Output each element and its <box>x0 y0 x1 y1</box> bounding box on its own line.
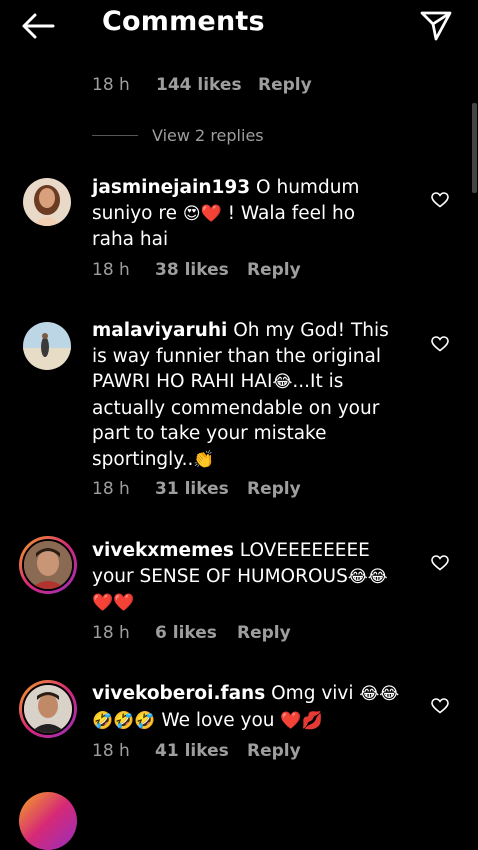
comment-body: malaviyaruhi Oh my God! This is way funn… <box>92 318 402 473</box>
avatar-story-ring[interactable] <box>19 536 77 594</box>
paper-plane-icon <box>420 11 452 41</box>
reply-button[interactable]: Reply <box>247 479 301 499</box>
comment-text: We love you <box>155 709 281 731</box>
back-button[interactable] <box>18 8 58 44</box>
avatar <box>22 539 74 591</box>
comment-likes[interactable]: 38 likes <box>155 260 247 280</box>
comment-time: 18 h <box>92 741 130 761</box>
comment-emoji: 😂 <box>272 372 293 392</box>
divider-line <box>92 134 138 136</box>
view-replies-label: View 2 replies <box>152 125 264 145</box>
reply-button[interactable]: Reply <box>247 741 301 761</box>
comment-emoji: 😂😂 <box>347 566 388 587</box>
comment-likes[interactable]: 41 likes <box>155 741 247 761</box>
like-button[interactable] <box>430 334 450 354</box>
comment-meta: 18 h 144 likes Reply <box>92 73 312 97</box>
comment-username[interactable]: vivekoberoi.fans <box>92 683 265 704</box>
comment-emoji: 😍❤️ <box>182 203 222 224</box>
comment-body: vivekoberoi.fans Omg vivi 😂😂 🤣🤣🤣 We love… <box>92 681 402 734</box>
comment-username[interactable]: vivekxmemes <box>92 540 234 561</box>
avatar-image <box>23 322 71 370</box>
avatar-image <box>24 541 72 589</box>
comment-emoji: 🤣🤣🤣 <box>92 710 156 731</box>
heart-outline-icon <box>431 192 449 208</box>
comment-time: 18 h <box>92 479 130 499</box>
comment-body: jasminejain193 O humdum suniyo re 😍❤️ ! … <box>92 175 402 253</box>
avatar-story-ring[interactable] <box>19 792 77 850</box>
header-bar: Comments <box>0 0 478 52</box>
comment-meta: 18 h 41 likes Reply <box>92 739 301 763</box>
like-button[interactable] <box>430 190 450 210</box>
reply-button[interactable]: Reply <box>247 260 301 280</box>
view-replies-button[interactable]: View 2 replies <box>92 123 264 147</box>
avatar-image <box>24 685 72 733</box>
heart-outline-icon <box>431 336 449 352</box>
avatar[interactable] <box>23 322 71 370</box>
comment-username[interactable]: malaviyaruhi <box>92 320 227 341</box>
avatar-image <box>23 178 71 226</box>
comment-meta: 18 h 31 likes Reply <box>92 477 301 501</box>
avatar-story-ring[interactable] <box>19 680 77 738</box>
avatar <box>22 683 74 735</box>
like-button[interactable] <box>430 553 450 573</box>
page-title: Comments <box>102 6 265 37</box>
comment-meta: 18 h 38 likes Reply <box>92 258 301 282</box>
comment-emoji: 😂😂 <box>359 684 400 704</box>
comment-likes[interactable]: 6 likes <box>155 623 237 643</box>
heart-outline-icon <box>431 555 449 571</box>
like-button[interactable] <box>430 696 450 716</box>
comment-meta: 18 h 6 likes Reply <box>92 621 291 645</box>
avatar[interactable] <box>23 178 71 226</box>
comment-time: 18 h <box>92 75 130 95</box>
arrow-left-icon <box>22 13 55 39</box>
share-button[interactable] <box>418 8 454 44</box>
reply-button[interactable]: Reply <box>237 623 291 643</box>
reply-button[interactable]: Reply <box>258 75 312 95</box>
comment-time: 18 h <box>92 260 130 280</box>
comment-emoji: ❤️❤️ <box>92 593 135 613</box>
scrollbar[interactable] <box>472 103 477 193</box>
comment-username[interactable]: jasminejain193 <box>92 177 250 198</box>
comment-emoji: 👏 <box>193 449 215 470</box>
heart-outline-icon <box>431 698 449 714</box>
comment-likes[interactable]: 31 likes <box>155 479 247 499</box>
comment-body: vivekxmemes LOVEEEEEEEE your SENSE OF HU… <box>92 538 402 617</box>
comment-likes[interactable]: 144 likes <box>156 75 258 95</box>
comment-emoji: ❤️💋 <box>280 710 323 731</box>
comment-text: Omg vivi <box>271 683 360 704</box>
comment-time: 18 h <box>92 623 130 643</box>
